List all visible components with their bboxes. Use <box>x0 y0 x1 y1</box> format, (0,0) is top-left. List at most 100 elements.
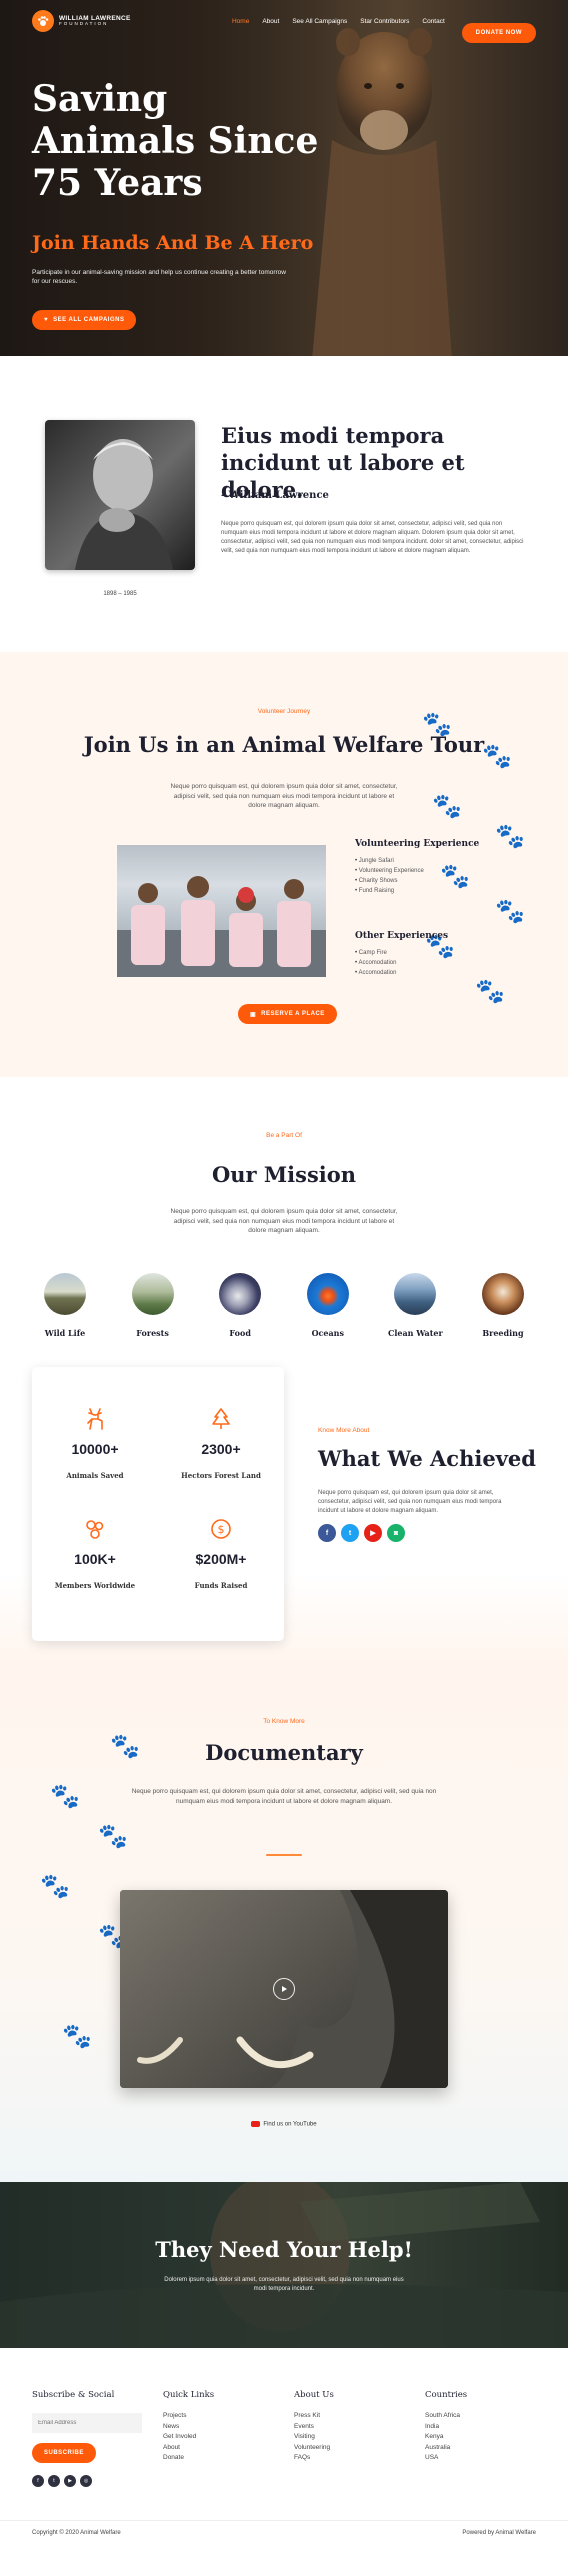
stat-value: 10000+ <box>71 1441 119 1457</box>
forest-icon <box>212 1408 230 1429</box>
subscribe-button[interactable]: SUBSCRIBE <box>32 2443 96 2463</box>
list-item: Charity Shows <box>355 876 479 886</box>
other-experiences-list: Other Experiences Camp Fire Accomodation… <box>355 931 448 978</box>
hero-subtitle: Join Hands And Be A Hero <box>32 232 314 254</box>
help-text: Dolorem ipsum quia dolor sit amet, conse… <box>164 2277 404 2292</box>
list-item: Camp Fire <box>355 948 448 958</box>
documentary-heading: Documentary <box>205 1740 363 1765</box>
paw-decoration-icon: 🐾 <box>98 1823 128 1850</box>
nav-campaigns[interactable]: See All Campaigns <box>292 18 347 25</box>
nav-home[interactable]: Home <box>232 18 249 25</box>
footer-link[interactable]: India <box>425 2422 467 2433</box>
footer-link[interactable]: South Africa <box>425 2411 467 2422</box>
stat-members: 100K+ Members Worldwide <box>32 1517 158 1590</box>
category-label: Oceans <box>311 1328 344 1338</box>
category-food[interactable]: Food <box>202 1273 278 1338</box>
footer-link[interactable]: News <box>163 2422 214 2433</box>
documentary-kicker: To Know More <box>263 1718 305 1725</box>
twitter-icon[interactable]: t <box>341 1524 359 1542</box>
stat-label: Hectors Forest Land <box>181 1471 261 1480</box>
stat-label: Animals Saved <box>66 1471 124 1480</box>
nav-contributors[interactable]: Star Contributors <box>360 18 409 25</box>
footer-link[interactable]: Visiting <box>294 2432 334 2443</box>
achievements-section: 10000+ Animals Saved 2300+ Hectors Fores… <box>0 1367 568 1662</box>
youtube-link-label: Find us on YouTube <box>263 2121 317 2128</box>
footer-link[interactable]: Press Kit <box>294 2411 334 2422</box>
breeding-image <box>481 1273 524 1315</box>
footer-link[interactable]: Projects <box>163 2411 214 2422</box>
founder-section: 1898 – 1985 Eius modi tempora incidunt u… <box>0 356 568 652</box>
mission-categories: Wild Life Forests Food Oceans Clean Wate… <box>27 1273 541 1338</box>
volunteering-title: Volunteering Experience <box>355 839 480 849</box>
youtube-link[interactable]: Find us on YouTube <box>0 2121 568 2128</box>
see-all-campaigns-button[interactable]: ♥ SEE ALL CAMPAIGNS <box>32 310 137 330</box>
copyright: Copyright © 2020 Animal Welfare <box>32 2530 121 2536</box>
footer-link[interactable]: USA <box>425 2453 467 2464</box>
category-label: Food <box>229 1328 251 1338</box>
help-background-image <box>0 2182 568 2348</box>
mission-heading: Our Mission <box>211 1162 357 1187</box>
category-label: Forests <box>136 1328 169 1338</box>
reserve-place-button[interactable]: ▣ RESERVE A PLACE <box>238 1004 337 1024</box>
subscribe-title: Subscribe & Social <box>32 2390 115 2400</box>
other-experiences-title: Other Experiences <box>355 931 449 941</box>
youtube-icon[interactable]: ▶ <box>364 1524 382 1542</box>
stats-card: 10000+ Animals Saved 2300+ Hectors Fores… <box>32 1367 284 1641</box>
members-icon <box>86 1520 104 1539</box>
category-label: Wild Life <box>44 1328 86 1338</box>
footer-link[interactable]: Kenya <box>425 2432 467 2443</box>
documentary-section: 🐾 🐾 🐾 🐾 🐾 🐾 To Know More Documentary Neq… <box>0 1662 568 2182</box>
logo[interactable]: WILLIAM LAWRENCE FOUNDATION <box>32 10 131 32</box>
nav-contact[interactable]: Contact <box>422 18 444 25</box>
tour-section: 🐾 🐾 🐾 🐾 🐾 🐾 🐾 🐾 Volunteer Journey Join U… <box>0 652 568 1077</box>
volunteer-team-photo <box>117 845 326 977</box>
documentary-text: Neque porro quisquam est, qui dolorem ip… <box>131 1788 437 1805</box>
paw-logo-icon <box>32 10 54 32</box>
facebook-icon[interactable]: f <box>32 2475 44 2487</box>
play-button-icon[interactable] <box>273 1978 295 2000</box>
list-item: Accomodation <box>355 968 448 978</box>
mission-section: Be a Part Of Our Mission Neque porro qui… <box>0 1077 568 1367</box>
category-wild-life[interactable]: Wild Life <box>27 1273 103 1338</box>
footer-link[interactable]: Donate <box>163 2453 214 2464</box>
share-icon[interactable]: ◙ <box>387 1524 405 1542</box>
stat-value: $200M+ <box>195 1551 247 1567</box>
category-oceans[interactable]: Oceans <box>290 1273 366 1338</box>
facebook-icon[interactable]: f <box>318 1524 336 1542</box>
wild-life-image <box>44 1273 86 1315</box>
email-field[interactable] <box>32 2413 142 2433</box>
tour-text: Neque porro quisquam est, qui dolorem ip… <box>170 783 398 809</box>
footer-link[interactable]: Events <box>294 2422 334 2433</box>
list-item: Jungle Safari <box>355 856 479 866</box>
footer-link[interactable]: Get Involed <box>163 2432 214 2443</box>
category-clean-water[interactable]: Clean Water <box>377 1273 453 1338</box>
footer-link[interactable]: Australia <box>425 2443 467 2454</box>
footer-link[interactable]: About <box>163 2443 214 2454</box>
nav-about[interactable]: About <box>262 18 279 25</box>
footer-countries: Countries South Africa India Kenya Austr… <box>425 2390 467 2464</box>
quote-body: Neque porro quisquam est, qui dolorem ip… <box>221 521 524 554</box>
quote-author: - William Lawrence <box>221 490 329 501</box>
paw-decoration-icon: 🐾 <box>495 823 525 850</box>
deer-icon <box>87 1408 103 1430</box>
documentary-video[interactable] <box>120 1890 448 2088</box>
twitter-icon[interactable]: t <box>48 2475 60 2487</box>
list-item: Fund Raising <box>355 886 479 896</box>
footer-link[interactable]: FAQs <box>294 2453 334 2464</box>
tour-kicker: Volunteer Journey <box>257 708 311 715</box>
category-forests[interactable]: Forests <box>115 1273 191 1338</box>
footer-socials: f t ▶ ◎ <box>32 2475 142 2487</box>
stat-label: Members Worldwide <box>54 1581 136 1590</box>
stat-funds: $ $200M+ Funds Raised <box>158 1517 284 1590</box>
youtube-icon[interactable]: ▶ <box>64 2475 76 2487</box>
see-all-campaigns-label: SEE ALL CAMPAIGNS <box>53 317 125 323</box>
category-breeding[interactable]: Breeding <box>465 1273 541 1338</box>
clean-water-image <box>394 1273 437 1315</box>
footer-link[interactable]: Volunteering <box>294 2443 334 2454</box>
about-title: About Us <box>294 2390 334 2400</box>
paw-decoration-icon: 🐾 <box>62 2023 92 2050</box>
volunteering-list: Volunteering Experience Jungle Safari Vo… <box>355 839 479 896</box>
donate-button[interactable]: DONATE NOW <box>461 23 536 43</box>
instagram-icon[interactable]: ◎ <box>80 2475 92 2487</box>
brand-subtitle: FOUNDATION <box>59 21 109 27</box>
